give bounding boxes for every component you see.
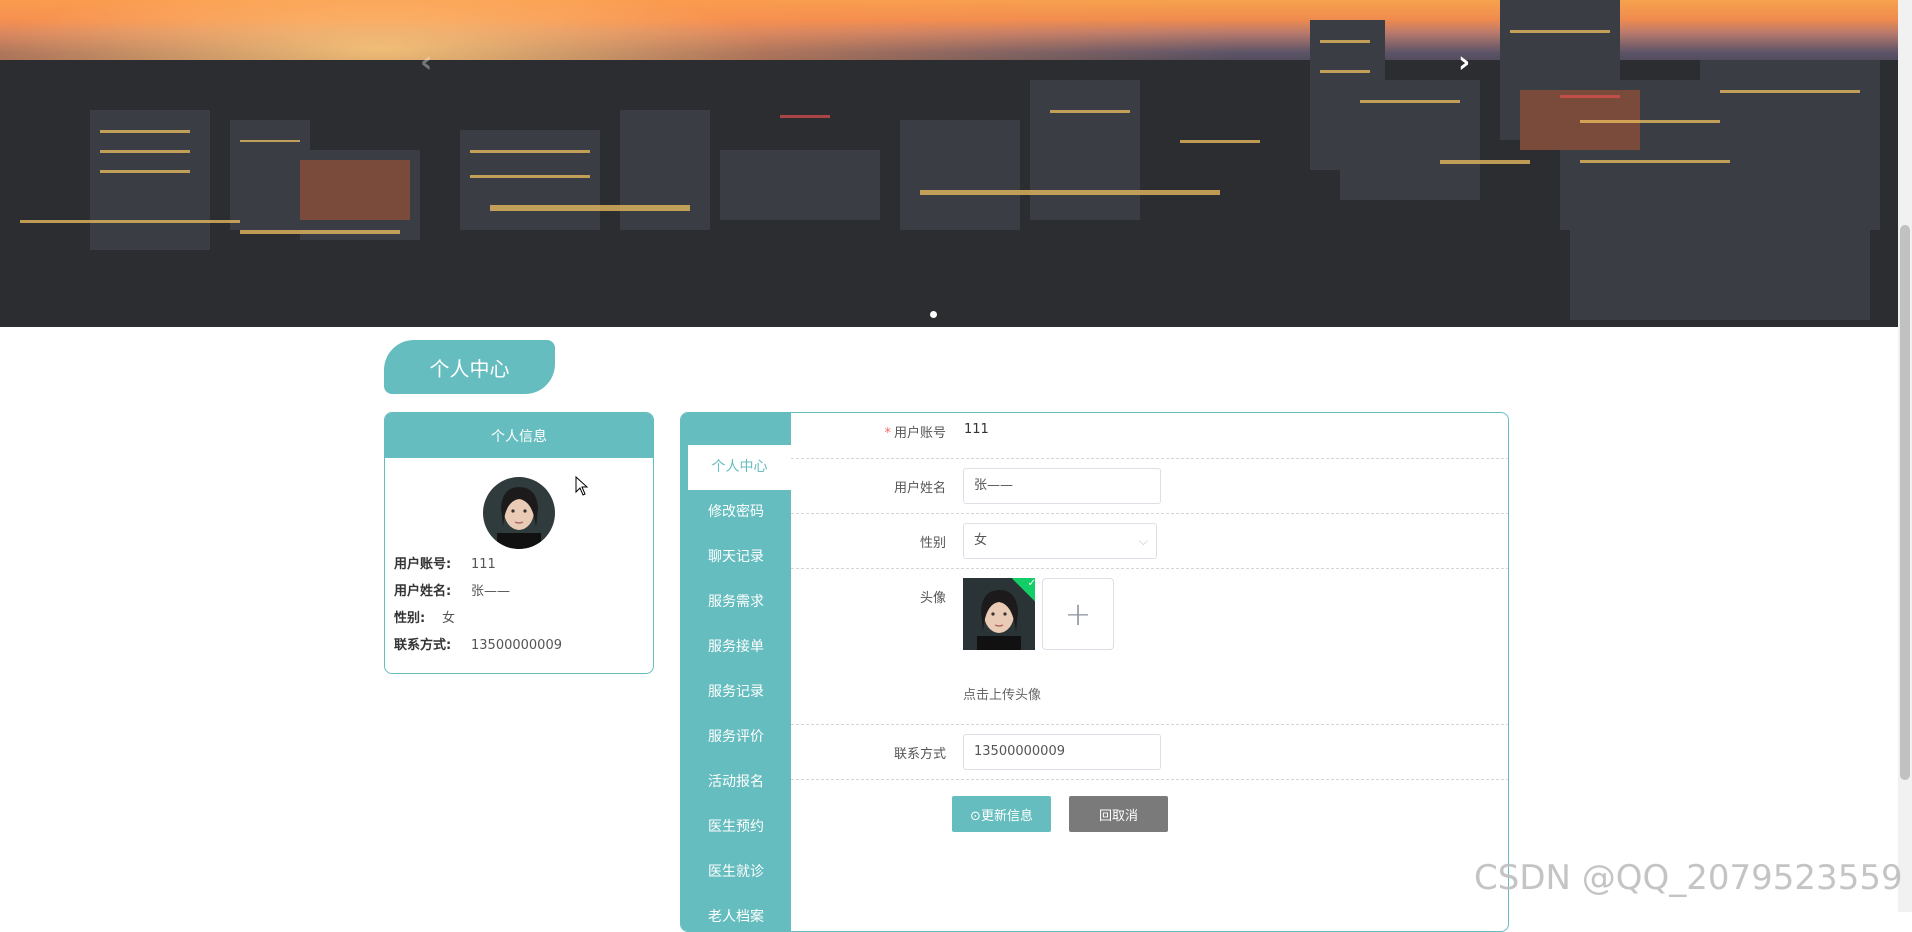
profile-name-value: 张—— bbox=[471, 584, 511, 599]
scrollbar-thumb[interactable] bbox=[1900, 225, 1910, 780]
nav-item-activity-signup[interactable]: 活动报名 bbox=[681, 760, 791, 805]
gender-label: 性别 bbox=[919, 536, 946, 551]
name-input[interactable]: 张—— bbox=[963, 468, 1161, 504]
nav-item-service-orders[interactable]: 服务接单 bbox=[681, 625, 791, 670]
form-row-gender: 性别 女 ⌵ bbox=[791, 514, 1508, 569]
page-title: 个人中心 bbox=[384, 340, 555, 394]
required-mark: * bbox=[884, 426, 891, 441]
profile-edit-panel: 个人中心 修改密码 聊天记录 服务需求 服务接单 服务记录 服务评价 活动报名 … bbox=[680, 412, 1509, 932]
profile-phone-value: 13500000009 bbox=[471, 638, 562, 653]
nav-item-elder-records[interactable]: 老人档案 bbox=[681, 895, 791, 931]
carousel-indicator-dot[interactable] bbox=[930, 311, 937, 318]
hero-banner-carousel: ‹ › bbox=[0, 0, 1898, 327]
nav-item-chat-records[interactable]: 聊天记录 bbox=[681, 535, 791, 580]
upload-hint: 点击上传头像 bbox=[963, 688, 1042, 703]
profile-gender-label: 性别: bbox=[394, 611, 426, 626]
chevron-left-icon[interactable]: ‹ bbox=[420, 48, 432, 78]
profile-account-label: 用户账号: bbox=[394, 557, 452, 572]
nav-item-service-needs[interactable]: 服务需求 bbox=[681, 580, 791, 625]
chevron-down-icon: ⌵ bbox=[1138, 534, 1148, 548]
name-label: 用户姓名 bbox=[893, 481, 946, 496]
profile-phone-label: 联系方式: bbox=[394, 638, 452, 653]
profile-account-row: 用户账号: 111 bbox=[394, 553, 496, 572]
chevron-right-icon[interactable]: › bbox=[1458, 48, 1470, 78]
account-label-text: 用户账号 bbox=[893, 426, 946, 441]
avatar-label: 头像 bbox=[919, 591, 946, 606]
check-icon: ✓ bbox=[1027, 578, 1035, 589]
page-scrollbar[interactable] bbox=[1898, 0, 1912, 912]
profile-name-label: 用户姓名: bbox=[394, 584, 452, 599]
nav-item-doctor-appointment[interactable]: 医生预约 bbox=[681, 805, 791, 850]
profile-phone-row: 联系方式: 13500000009 bbox=[394, 634, 562, 653]
form-row-account: * 用户账号 111 bbox=[791, 413, 1508, 459]
upload-avatar-button[interactable]: + bbox=[1042, 578, 1114, 650]
nav-item-service-reviews[interactable]: 服务评价 bbox=[681, 715, 791, 760]
profile-card: 个人信息 用户账号: 111 用户姓名: 张—— 性别: 女 联系方式: 1350000… bbox=[384, 412, 654, 674]
side-navigation: 个人中心 修改密码 聊天记录 服务需求 服务接单 服务记录 服务评价 活动报名 … bbox=[681, 413, 791, 931]
nav-item-personal-center[interactable]: 个人中心 bbox=[688, 445, 791, 490]
watermark: CSDN @QQ_2079523559 bbox=[1474, 858, 1903, 898]
nav-item-service-records[interactable]: 服务记录 bbox=[681, 670, 791, 715]
plus-icon: + bbox=[1064, 595, 1092, 633]
cancel-button[interactable]: 回取消 bbox=[1069, 796, 1168, 832]
phone-label: 联系方式 bbox=[893, 747, 946, 762]
phone-input[interactable]: 13500000009 bbox=[963, 734, 1161, 770]
account-label: * 用户账号 bbox=[791, 422, 946, 441]
avatar-thumbnail[interactable]: ✓ bbox=[963, 578, 1035, 650]
nav-item-change-password[interactable]: 修改密码 bbox=[681, 490, 791, 535]
profile-account-value: 111 bbox=[471, 557, 496, 572]
mouse-cursor-icon bbox=[575, 475, 589, 500]
gender-select-value: 女 bbox=[974, 533, 988, 548]
form-row-avatar: 头像 ✓ + 点击上传头像 bbox=[791, 569, 1508, 725]
update-info-button[interactable]: ⊙更新信息 bbox=[952, 796, 1051, 832]
account-value: 111 bbox=[964, 422, 989, 437]
form-row-name: 用户姓名 张—— bbox=[791, 459, 1508, 514]
avatar bbox=[483, 477, 555, 549]
city-skyline-image bbox=[0, 0, 1898, 327]
profile-card-header: 个人信息 bbox=[385, 413, 653, 458]
profile-name-row: 用户姓名: 张—— bbox=[394, 580, 510, 599]
profile-gender-row: 性别: 女 bbox=[394, 607, 455, 626]
profile-gender-value: 女 bbox=[442, 611, 456, 626]
nav-item-doctor-visit[interactable]: 医生就诊 bbox=[681, 850, 791, 895]
form-row-phone: 联系方式 13500000009 bbox=[791, 725, 1508, 780]
gender-select[interactable]: 女 ⌵ bbox=[963, 523, 1157, 559]
